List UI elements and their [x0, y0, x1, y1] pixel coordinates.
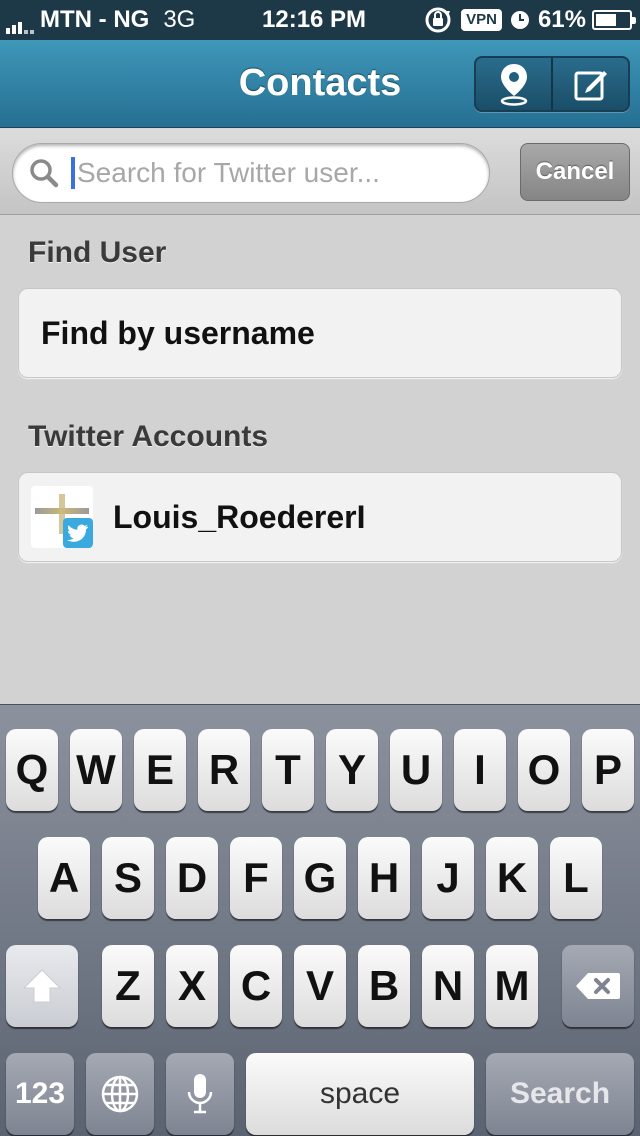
section-header-twitter-accounts: Twitter Accounts	[28, 420, 269, 453]
search-key[interactable]: Search	[486, 1053, 634, 1135]
key-j[interactable]: J	[422, 837, 474, 919]
carrier-label: MTN - NG	[40, 6, 150, 33]
key-x[interactable]: X	[166, 945, 218, 1027]
network-type: 3G	[163, 6, 196, 33]
backspace-icon	[576, 973, 620, 999]
key-b[interactable]: B	[358, 945, 410, 1027]
nav-button-group	[474, 56, 630, 112]
search-bar: Cancel	[0, 129, 640, 215]
keyboard: Q W E R T Y U I O P A S D F G H J K L Z …	[0, 704, 640, 1136]
key-c[interactable]: C	[230, 945, 282, 1027]
key-z[interactable]: Z	[102, 945, 154, 1027]
compose-icon	[574, 71, 607, 101]
twitter-bird-icon	[63, 518, 93, 548]
space-key[interactable]: space	[246, 1053, 474, 1135]
key-w[interactable]: W	[70, 729, 122, 811]
numbers-key[interactable]: 123	[6, 1053, 74, 1135]
key-q[interactable]: Q	[6, 729, 58, 811]
text-cursor	[71, 157, 75, 189]
key-d[interactable]: D	[166, 837, 218, 919]
twitter-account-name: Louis_RoedererI	[113, 498, 366, 535]
status-time: 12:16 PM	[262, 6, 367, 33]
key-a[interactable]: A	[38, 837, 90, 919]
key-h[interactable]: H	[358, 837, 410, 919]
key-v[interactable]: V	[294, 945, 346, 1027]
globe-key[interactable]	[86, 1053, 154, 1135]
section-header-find-user: Find User	[28, 236, 167, 269]
twitter-account-cell[interactable]: Louis_RoedererI	[18, 472, 622, 562]
status-left: MTN - NG 3G	[6, 6, 195, 34]
find-by-username-cell[interactable]: Find by username	[18, 288, 622, 378]
battery-icon	[592, 10, 636, 30]
key-g[interactable]: G	[294, 837, 346, 919]
rotation-lock-icon	[425, 7, 451, 33]
contacts-content: Find User Find by username Twitter Accou…	[0, 216, 640, 704]
backspace-key[interactable]	[562, 945, 634, 1027]
shift-key[interactable]	[6, 945, 78, 1027]
key-e[interactable]: E	[134, 729, 186, 811]
shift-icon	[22, 969, 62, 1003]
battery-fill	[596, 14, 616, 26]
key-p[interactable]: P	[582, 729, 634, 811]
globe-icon	[101, 1075, 139, 1113]
location-pin-icon	[500, 64, 527, 106]
dictation-key[interactable]	[166, 1053, 234, 1135]
navigation-bar: Contacts	[0, 40, 640, 128]
key-i[interactable]: I	[454, 729, 506, 811]
battery-percent: 61%	[537, 6, 586, 33]
microphone-icon	[187, 1074, 213, 1114]
status-bar: MTN - NG 3G 12:16 PM VPN 61%	[0, 0, 640, 40]
key-f[interactable]: F	[230, 837, 282, 919]
search-icon	[30, 159, 59, 188]
cancel-button[interactable]: Cancel	[520, 143, 630, 201]
search-field[interactable]	[12, 143, 490, 203]
key-k[interactable]: K	[486, 837, 538, 919]
signal-bars-icon	[6, 12, 34, 34]
key-m[interactable]: M	[486, 945, 538, 1027]
key-t[interactable]: T	[262, 729, 314, 811]
key-y[interactable]: Y	[326, 729, 378, 811]
key-o[interactable]: O	[518, 729, 570, 811]
location-button[interactable]	[476, 58, 551, 110]
find-by-username-label: Find by username	[41, 314, 315, 351]
search-input[interactable]	[77, 157, 437, 189]
alarm-clock-icon	[510, 11, 529, 29]
key-n[interactable]: N	[422, 945, 474, 1027]
key-r[interactable]: R	[198, 729, 250, 811]
vpn-badge: VPN	[461, 9, 502, 31]
avatar	[31, 486, 93, 548]
key-l[interactable]: L	[550, 837, 602, 919]
key-u[interactable]: U	[390, 729, 442, 811]
key-s[interactable]: S	[102, 837, 154, 919]
status-right: VPN 61%	[423, 6, 636, 34]
compose-button[interactable]	[551, 58, 628, 110]
